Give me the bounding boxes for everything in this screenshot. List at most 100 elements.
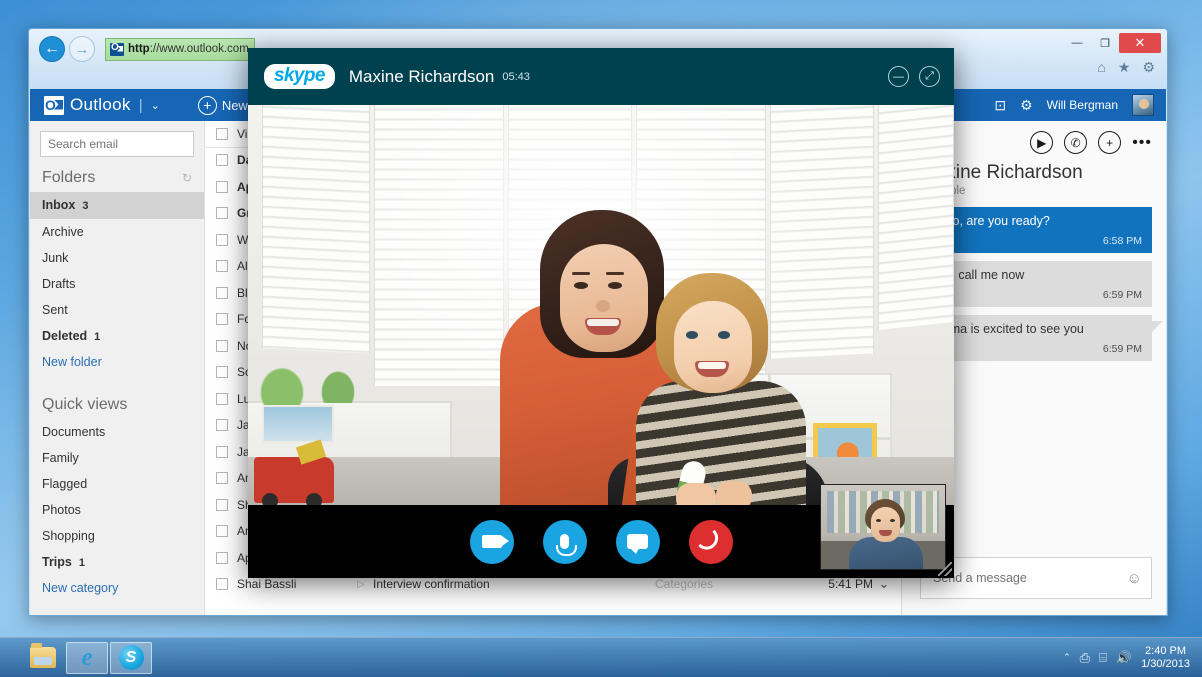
tray-overflow-icon[interactable]: ⌃	[1063, 652, 1071, 663]
select-all-checkbox[interactable]	[216, 127, 228, 140]
action-center-icon[interactable]: ⌸	[1099, 650, 1107, 666]
woman-face	[560, 244, 648, 352]
sidebar-item-label: Shopping	[42, 529, 95, 543]
gear-icon[interactable]: ⚙	[1142, 59, 1155, 76]
favorites-star-icon[interactable]: ★	[1118, 59, 1131, 76]
row-checkbox[interactable]	[216, 339, 228, 352]
row-checkbox[interactable]	[216, 260, 228, 273]
video-call-icon[interactable]: ▶	[1030, 131, 1054, 154]
row-checkbox[interactable]	[216, 578, 228, 591]
sidebar-item-archive[interactable]: Archive	[30, 219, 204, 245]
row-checkbox[interactable]	[216, 392, 228, 405]
folders-heading: Folders ↻	[30, 163, 204, 192]
home-icon[interactable]: ⌂	[1097, 59, 1105, 76]
row-checkbox[interactable]	[216, 154, 228, 167]
clock[interactable]: 2:40 PM 1/30/2013	[1141, 645, 1190, 671]
woman-eyebrow	[606, 272, 624, 275]
sidebar-item-label: Junk	[42, 251, 69, 265]
network-icon[interactable]: ⎙	[1080, 650, 1090, 666]
sidebar-item-inbox[interactable]: Inbox 3	[30, 192, 204, 219]
child-hand	[676, 483, 716, 505]
skype-minimize-button[interactable]: —	[888, 66, 909, 87]
row-checkbox[interactable]	[216, 445, 228, 458]
sidebar-item-label: Deleted	[42, 329, 88, 343]
row-checkbox[interactable]	[216, 525, 228, 538]
sidebar-item-sent[interactable]: Sent	[30, 297, 204, 323]
row-checkbox[interactable]	[216, 313, 228, 326]
user-name[interactable]: Will Bergman	[1047, 98, 1118, 112]
back-icon[interactable]: ←	[39, 36, 65, 62]
sidebar-item-junk[interactable]: Junk	[30, 245, 204, 271]
new-mail-label: New	[221, 97, 248, 113]
woman-eye	[574, 282, 588, 289]
minimize-button[interactable]: —	[1063, 33, 1091, 53]
video-toggle-button[interactable]	[469, 519, 514, 564]
taskbar-skype[interactable]: S	[110, 641, 152, 674]
new-category-link[interactable]: New category	[30, 576, 204, 600]
sidebar-item-label: Sent	[42, 303, 68, 317]
sidebar-item-drafts[interactable]: Drafts	[30, 271, 204, 297]
close-button[interactable]: ✕	[1119, 33, 1161, 53]
taskbar-internet-explorer[interactable]: e	[66, 641, 108, 674]
row-checkbox[interactable]	[216, 180, 228, 193]
search-box[interactable]: 🔍	[40, 131, 204, 157]
hangup-button[interactable]	[688, 519, 733, 564]
row-checkbox[interactable]	[216, 551, 228, 564]
row-checkbox[interactable]	[216, 419, 228, 432]
messaging-icon[interactable]: ⊡	[994, 97, 1006, 114]
chat-button[interactable]	[615, 519, 660, 564]
skype-contact-name: Maxine Richardson	[348, 66, 495, 86]
sidebar-item-label: Documents	[42, 425, 106, 439]
phone-call-icon[interactable]: ✆	[1064, 131, 1088, 154]
sidebar-item-family[interactable]: Family	[30, 445, 204, 471]
row-checkbox[interactable]	[216, 207, 228, 220]
chevron-down-icon[interactable]: ⌄	[151, 99, 160, 112]
maximize-button[interactable]: ❐	[1091, 33, 1119, 53]
row-checkbox[interactable]	[216, 286, 228, 299]
flag-icon[interactable]: ▷	[357, 579, 373, 590]
header-divider: |	[138, 96, 143, 114]
toy-truck	[254, 457, 334, 505]
message-categories[interactable]: Categories	[655, 577, 805, 591]
more-options-icon[interactable]: •••	[1132, 131, 1152, 154]
remote-video-feed[interactable]	[248, 105, 954, 505]
self-video-thumbnail[interactable]	[820, 484, 946, 570]
woman-eye	[608, 282, 622, 289]
row-checkbox[interactable]	[216, 233, 228, 246]
taskbar-file-explorer[interactable]	[22, 642, 64, 674]
row-checkbox[interactable]	[216, 366, 228, 379]
sidebar-item-trips[interactable]: Trips 1	[30, 549, 204, 576]
skype-icon: S	[118, 645, 144, 670]
row-checkbox[interactable]	[216, 498, 228, 511]
chevron-down-icon[interactable]: ⌄	[873, 576, 895, 592]
mute-button[interactable]	[542, 519, 587, 564]
skype-fullscreen-button[interactable]: ⤢	[919, 66, 940, 87]
refresh-icon[interactable]: ↻	[182, 171, 192, 185]
forward-icon[interactable]: →	[69, 36, 95, 62]
child-hand	[716, 481, 752, 505]
row-checkbox[interactable]	[216, 472, 228, 485]
composer-box[interactable]: ☺	[920, 557, 1152, 599]
avatar[interactable]	[1132, 94, 1154, 116]
url-rest: ://www.outlook.com	[149, 43, 249, 55]
plant	[318, 367, 358, 403]
window-controls: — ❐ ✕	[1063, 33, 1161, 53]
outlook-brand[interactable]: Outlook	[70, 95, 131, 115]
sidebar-item-deleted[interactable]: Deleted 1	[30, 323, 204, 350]
emoji-icon[interactable]: ☺	[1127, 570, 1142, 587]
sidebar-item-photos[interactable]: Photos	[30, 497, 204, 523]
volume-icon[interactable]: 🔊	[1116, 650, 1132, 666]
search-input[interactable]	[48, 137, 203, 151]
system-tray: ⌃ ⎙ ⌸ 🔊 2:40 PM 1/30/2013	[1063, 645, 1202, 671]
sidebar-item-documents[interactable]: Documents	[30, 419, 204, 445]
new-mail-button[interactable]: + New	[197, 95, 248, 115]
message-input[interactable]	[933, 571, 1127, 585]
resize-handle[interactable]	[938, 562, 952, 576]
settings-gear-icon[interactable]: ⚙	[1020, 97, 1033, 114]
address-bar[interactable]: http://www.outlook.com	[105, 37, 255, 61]
new-folder-link[interactable]: New folder	[30, 350, 204, 374]
sidebar-item-flagged[interactable]: Flagged	[30, 471, 204, 497]
sidebar-item-shopping[interactable]: Shopping	[30, 523, 204, 549]
add-person-icon[interactable]: +	[1098, 131, 1122, 154]
